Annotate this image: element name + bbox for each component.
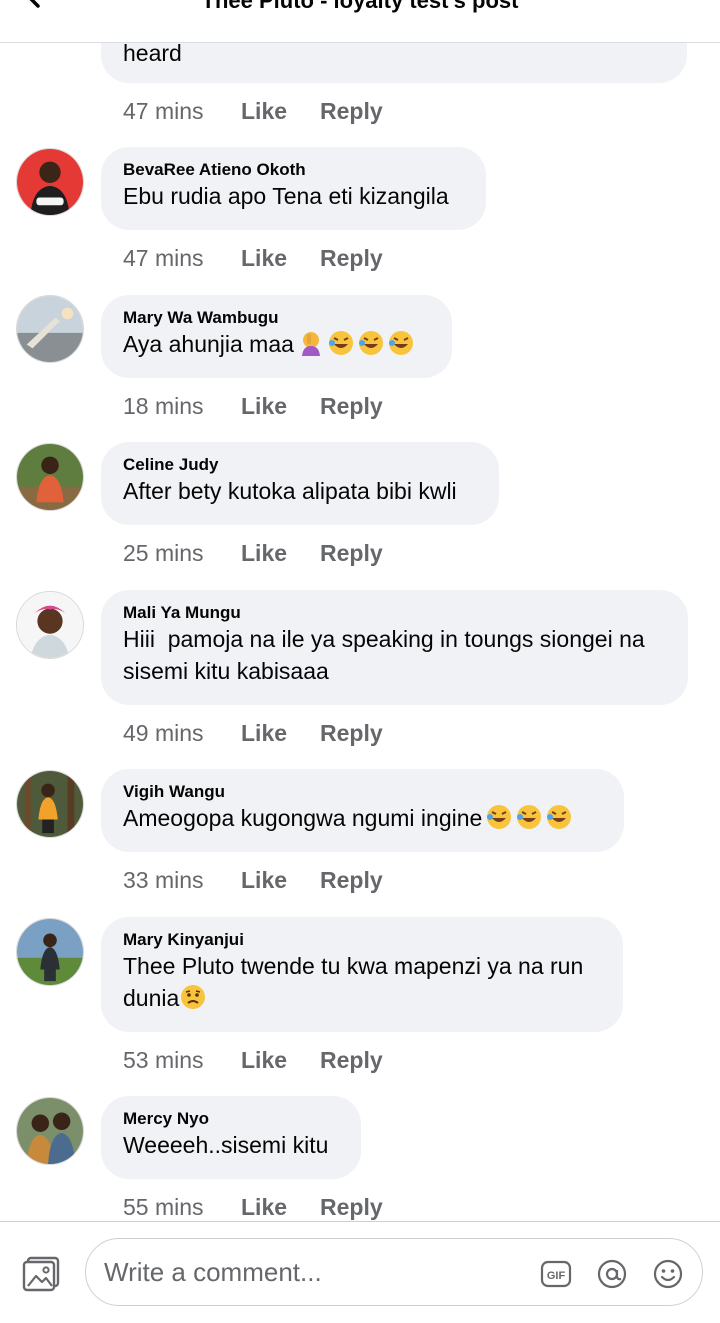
comment-meta: 55 mins Like Reply bbox=[123, 1193, 383, 1221]
comment-author[interactable]: Mali Ya Mungu bbox=[123, 603, 666, 623]
mention-icon[interactable] bbox=[596, 1258, 628, 1290]
like-button[interactable]: Like bbox=[241, 97, 320, 125]
comment-input[interactable]: Write a comment... GIF bbox=[85, 1238, 703, 1306]
comment-meta: 33 mins Like Reply bbox=[123, 866, 383, 894]
gif-label: GIF bbox=[547, 1270, 566, 1282]
comment-composer: Write a comment... GIF bbox=[0, 1221, 720, 1323]
avatar[interactable] bbox=[16, 1097, 84, 1165]
comment-bubble[interactable]: Mercy Nyo Weeeeh..sisemi kitu bbox=[101, 1096, 361, 1179]
reply-button[interactable]: Reply bbox=[320, 98, 383, 124]
comment-text: Aya ahunjia maa bbox=[123, 331, 294, 357]
comment-bubble[interactable]: Celine Judy After bety kutoka alipata bi… bbox=[101, 442, 499, 525]
comment-time: 49 mins bbox=[123, 720, 204, 746]
comment-time: 25 mins bbox=[123, 540, 204, 566]
laughing-emoji-icon bbox=[517, 805, 542, 829]
comment-author[interactable]: BevaRee Atieno Okoth bbox=[123, 160, 464, 180]
laughing-emoji-icon bbox=[388, 331, 413, 355]
comment-bubble[interactable]: Mary Wa Wambugu Aya ahunjia maa bbox=[101, 295, 452, 378]
comment-text: Ebu rudia apo Tena eti kizangila bbox=[123, 183, 449, 209]
reply-button[interactable]: Reply bbox=[320, 720, 383, 746]
comment-text-line: Thee Pluto twende tu kwa mapenzi ya na r… bbox=[123, 950, 601, 1014]
comment-time: 47 mins bbox=[123, 245, 204, 271]
comment-time: 33 mins bbox=[123, 867, 204, 893]
comment-bubble[interactable]: Mali Ya Mungu Hiii pamoja na ile ya spea… bbox=[101, 590, 688, 705]
reply-button[interactable]: Reply bbox=[320, 1194, 383, 1220]
comment-text-line: Aya ahunjia maa bbox=[123, 328, 430, 360]
comment-meta: 25 mins Like Reply bbox=[123, 539, 383, 567]
photo-icon[interactable] bbox=[22, 1256, 62, 1292]
comment-author[interactable]: Mary Wa Wambugu bbox=[123, 308, 430, 328]
comment-meta: 18 mins Like Reply bbox=[123, 392, 383, 420]
comment-bubble[interactable]: Mary Kinyanjui Thee Pluto twende tu kwa … bbox=[101, 917, 623, 1032]
comment-bubble[interactable]: BevaRee Atieno Okoth Ebu rudia apo Tena … bbox=[101, 147, 486, 230]
comment-text: Ameogopa kugongwa ngumi ingine bbox=[123, 805, 483, 831]
emoji-icon[interactable] bbox=[652, 1258, 684, 1290]
comment-bubble[interactable]: Vigih Wangu Ameogopa kugongwa ngumi ingi… bbox=[101, 769, 624, 852]
reply-button[interactable]: Reply bbox=[320, 540, 383, 566]
avatar[interactable] bbox=[16, 770, 84, 838]
comment-text: Weeeeh..sisemi kitu bbox=[123, 1132, 329, 1158]
comment-text: After bety kutoka alipata bibi kwli bbox=[123, 478, 457, 504]
facepalm-emoji-icon bbox=[301, 332, 320, 356]
like-button[interactable]: Like bbox=[241, 539, 320, 567]
comment-bubble[interactable]: heard bbox=[101, 43, 687, 83]
laughing-emoji-icon bbox=[328, 331, 353, 355]
page-title: Thee Pluto - loyalty test's post bbox=[201, 0, 519, 13]
comment-author[interactable]: Celine Judy bbox=[123, 455, 477, 475]
like-button[interactable]: Like bbox=[241, 392, 320, 420]
like-button[interactable]: Like bbox=[241, 244, 320, 272]
comment-time: 47 mins bbox=[123, 98, 204, 124]
avatar[interactable] bbox=[16, 148, 84, 216]
comment-text: Hiii pamoja na ile ya speaking in toungs… bbox=[123, 626, 652, 684]
avatar[interactable] bbox=[16, 918, 84, 986]
like-button[interactable]: Like bbox=[241, 1193, 320, 1221]
avatar[interactable] bbox=[16, 295, 84, 363]
frowning-emoji-icon bbox=[181, 985, 206, 1009]
comment-placeholder: Write a comment... bbox=[104, 1257, 322, 1287]
top-bar: Thee Pluto - loyalty test's post bbox=[0, 0, 720, 43]
comment-meta: 47 mins Like Reply bbox=[123, 97, 383, 125]
comment-meta: 53 mins Like Reply bbox=[123, 1046, 383, 1074]
comment-author[interactable]: Mary Kinyanjui bbox=[123, 930, 601, 950]
reply-button[interactable]: Reply bbox=[320, 867, 383, 893]
gif-icon[interactable]: GIF bbox=[540, 1258, 572, 1290]
comment-text: heard bbox=[123, 43, 182, 66]
comment-list[interactable]: heard 47 mins Like Reply BevaRee Atieno Ok… bbox=[0, 43, 720, 1221]
comment-time: 53 mins bbox=[123, 1047, 204, 1073]
comment-time: 18 mins bbox=[123, 393, 204, 419]
comment-author[interactable]: Mercy Nyo bbox=[123, 1109, 339, 1129]
reply-button[interactable]: Reply bbox=[320, 393, 383, 419]
comment-meta: 49 mins Like Reply bbox=[123, 719, 383, 747]
reply-button[interactable]: Reply bbox=[320, 1047, 383, 1073]
like-button[interactable]: Like bbox=[241, 866, 320, 894]
like-button[interactable]: Like bbox=[241, 1046, 320, 1074]
laughing-emoji-icon bbox=[358, 331, 383, 355]
comment-author[interactable]: Vigih Wangu bbox=[123, 782, 602, 802]
laughing-emoji-icon bbox=[547, 805, 572, 829]
avatar[interactable] bbox=[16, 443, 84, 511]
comment-text-line: Ameogopa kugongwa ngumi ingine bbox=[123, 802, 602, 834]
avatar[interactable] bbox=[16, 591, 84, 659]
comment-meta: 47 mins Like Reply bbox=[123, 244, 383, 272]
reply-button[interactable]: Reply bbox=[320, 245, 383, 271]
laughing-emoji-icon bbox=[487, 805, 512, 829]
like-button[interactable]: Like bbox=[241, 719, 320, 747]
comment-time: 55 mins bbox=[123, 1194, 204, 1220]
